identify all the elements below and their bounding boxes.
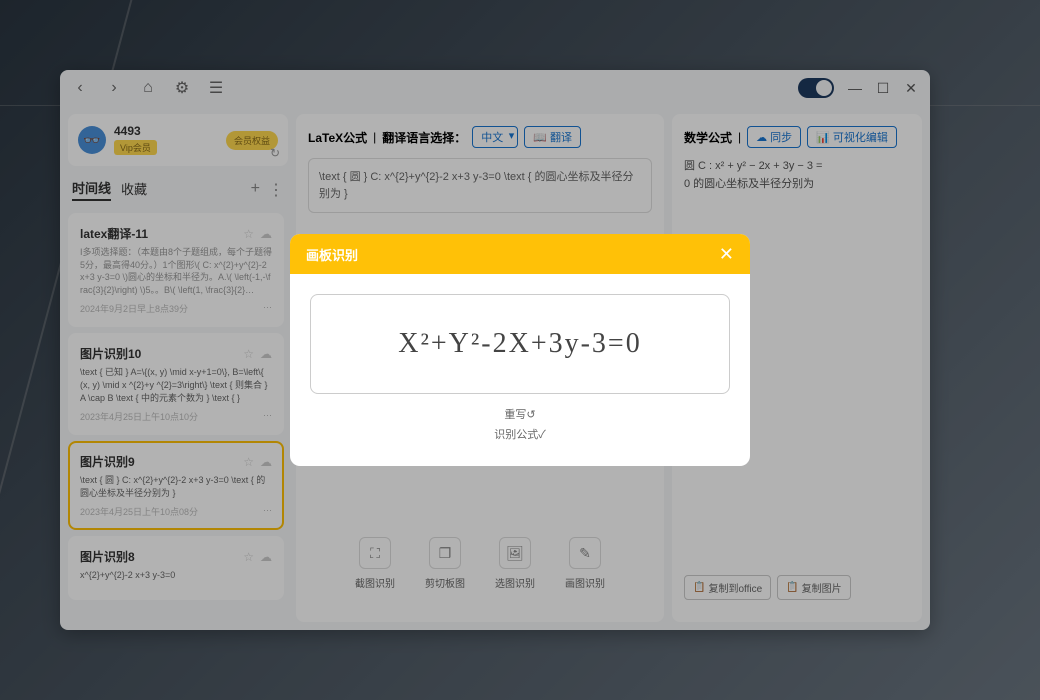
recognize-button[interactable]: 识别公式✓	[494, 429, 546, 441]
drawing-modal: 画板识别 ✕ X²+Y²-2X+3y-3=0 重写↺ 识别公式✓	[290, 234, 750, 466]
handwriting-content: X²+Y²-2X+3y-3=0	[398, 328, 641, 360]
close-icon[interactable]: ✕	[719, 244, 734, 265]
rewrite-button[interactable]: 重写↺	[504, 409, 535, 421]
modal-overlay[interactable]: 画板识别 ✕ X²+Y²-2X+3y-3=0 重写↺ 识别公式✓	[0, 0, 1040, 700]
modal-title: 画板识别	[306, 245, 358, 264]
drawing-canvas[interactable]: X²+Y²-2X+3y-3=0	[310, 294, 730, 394]
